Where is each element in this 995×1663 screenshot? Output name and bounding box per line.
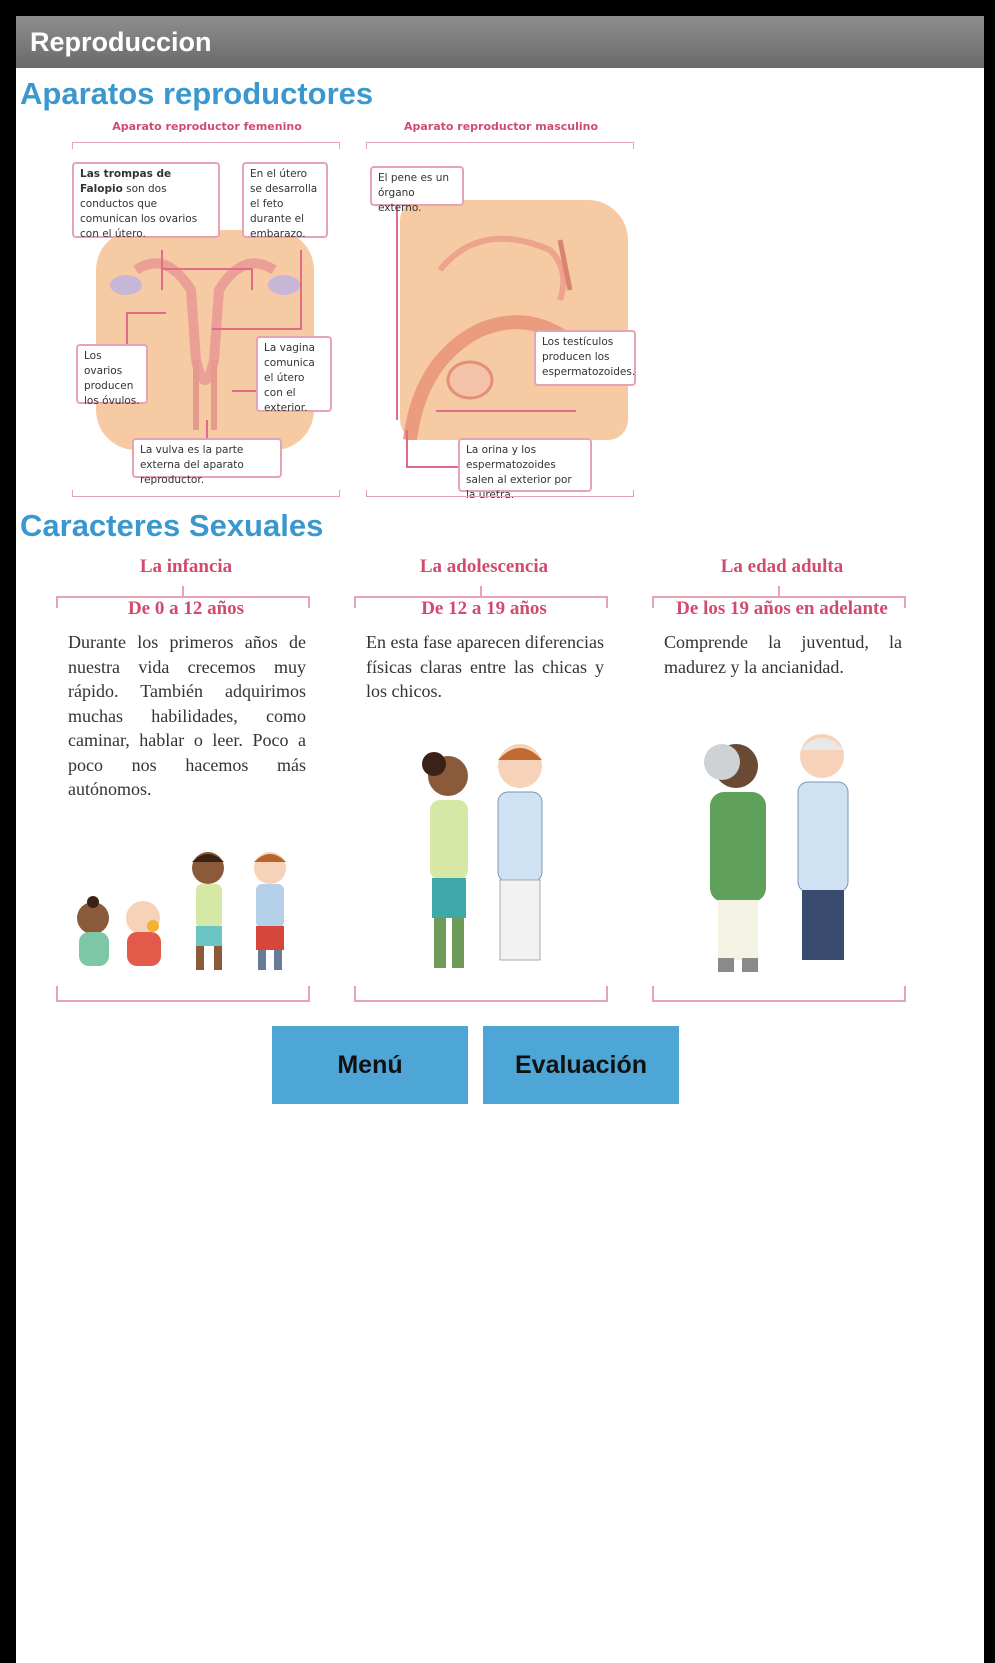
male-figure-title: Aparato reproductor masculino (403, 120, 599, 133)
callout-penis: El pene es un órgano externo. (370, 166, 464, 214)
male-organ-illustration (403, 235, 596, 440)
app-title: Reproduccion (30, 27, 212, 57)
adults-illustration (704, 734, 849, 972)
callout-uterus: En el útero se desarrolla el feto durant… (242, 162, 328, 240)
evaluation-button[interactable]: Evaluación (483, 1026, 679, 1104)
female-figure-title: Aparato reproductor femenino (112, 120, 302, 133)
teens-illustration (422, 744, 543, 968)
stage-adolescence: La adolescencia De 12 a 19 años En esta … (354, 556, 614, 704)
children-illustration (77, 852, 286, 970)
callout-testicles: Los testículos producen los espermatozoi… (534, 330, 636, 386)
callout-vagina: La vagina comunica el útero con el exter… (256, 336, 332, 414)
callout-vulva: La vulva es la parte externa del aparato… (132, 438, 282, 486)
stage-title: La adolescencia (419, 556, 549, 577)
section-heading-sexual-characters: Caracteres Sexuales (20, 508, 324, 543)
stage-childhood: La infancia De 0 a 12 años Durante los p… (56, 556, 316, 802)
stage-description: En esta fase aparecen diferencias física… (366, 632, 604, 701)
app-screen: Reproduccion Aparatos reproductores Apar… (16, 16, 984, 1663)
stage-description: Comprende la juventud, la madurez y la a… (664, 632, 902, 677)
callout-ovaries: Los ovarios producen los óvulos. (76, 344, 148, 407)
male-reproductive-figure: Aparato reproductor masculino El pene es… (366, 120, 636, 501)
app-title-bar: Reproduccion (16, 16, 984, 68)
stage-description: Durante los primeros años de nuestra vid… (68, 632, 306, 799)
stage-title: La infancia (139, 556, 233, 577)
section-heading-reproductive: Aparatos reproductores (20, 76, 374, 111)
stage-adulthood: La edad adulta De los 19 años en adelant… (652, 556, 912, 679)
stage-title: La edad adulta (720, 556, 844, 577)
callout-fallopian-tubes: Las trompas de Falopio son dos conductos… (72, 162, 220, 240)
menu-button[interactable]: Menú (272, 1026, 468, 1104)
female-reproductive-figure: Aparato reproductor femenino Las trompas… (72, 120, 342, 500)
callout-urethra: La orina y los espermatozoides salen al … (458, 438, 592, 501)
